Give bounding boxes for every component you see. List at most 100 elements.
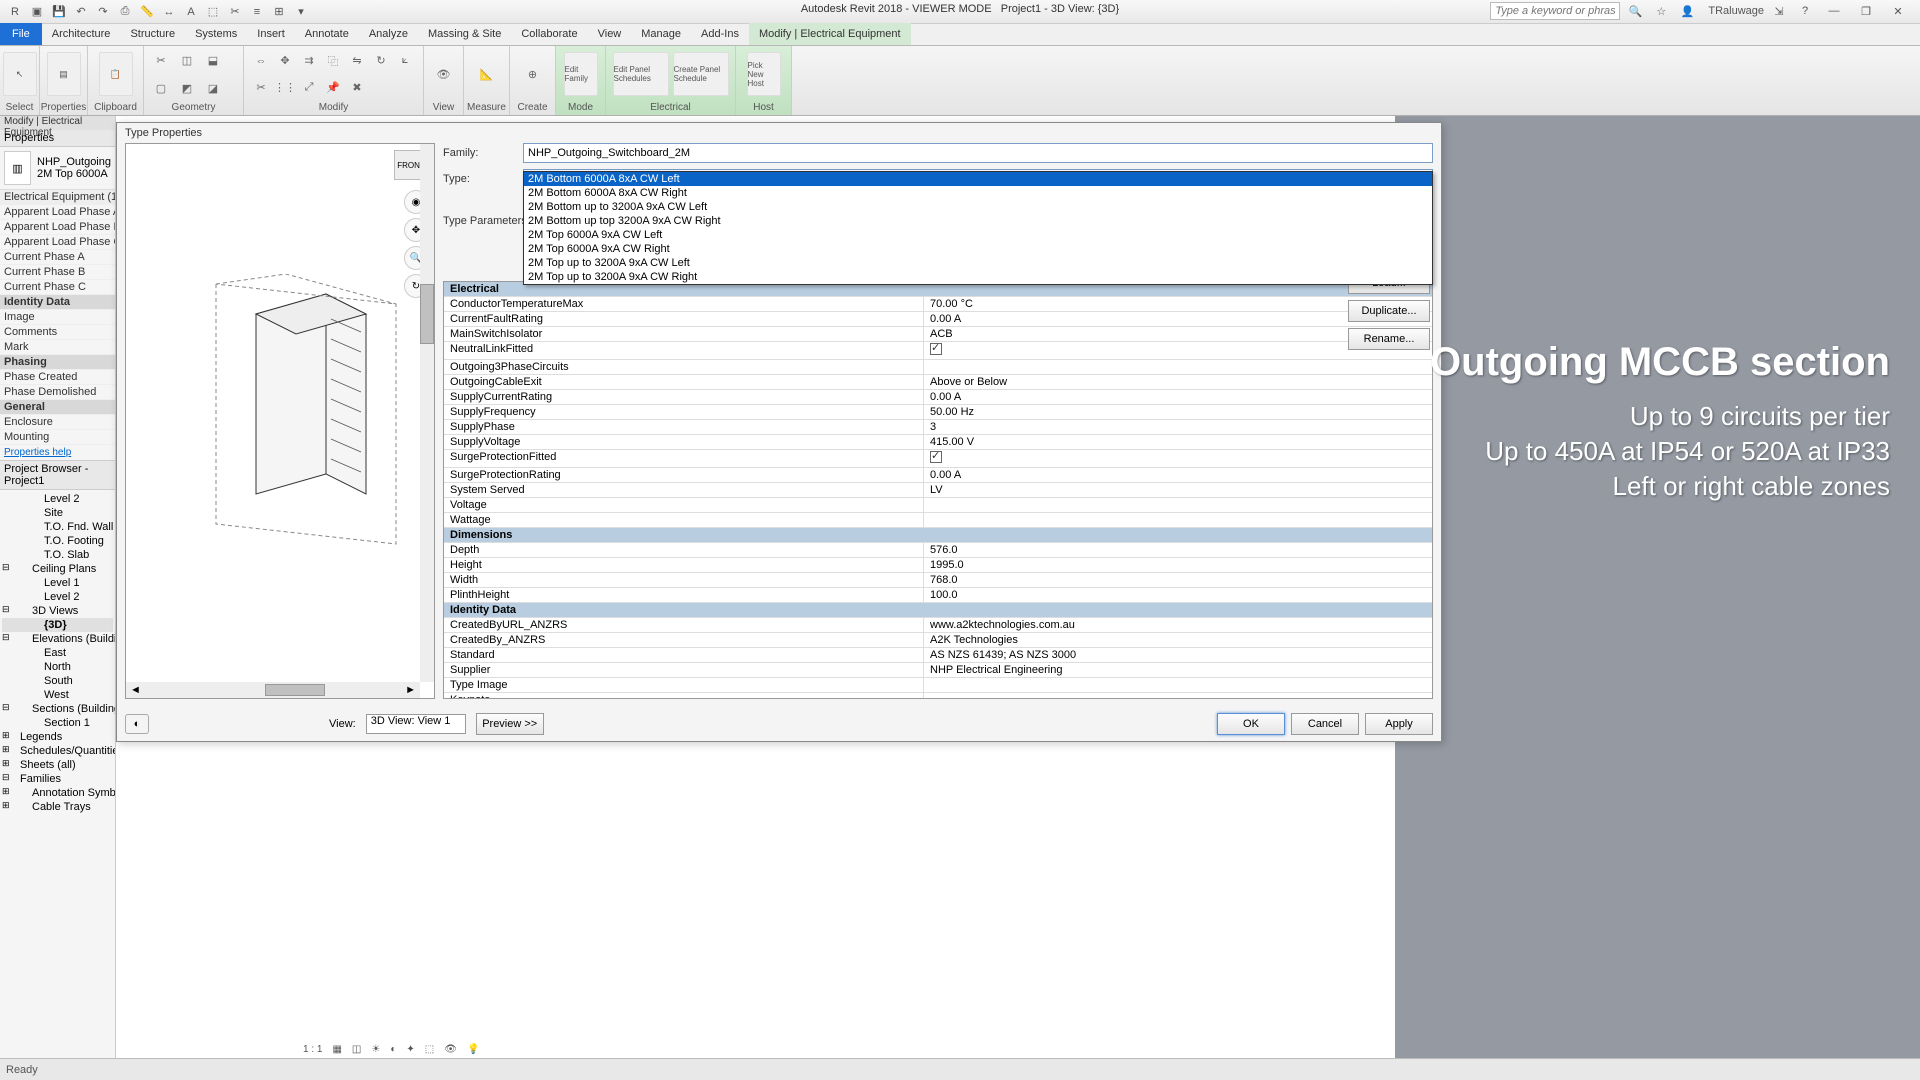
tab-systems[interactable]: Systems — [185, 23, 247, 45]
type-option[interactable]: 2M Top 6000A 9xA CW Right — [524, 242, 1432, 256]
edit-family-button[interactable]: Edit Family — [564, 52, 598, 96]
tree-item[interactable]: Legends — [2, 730, 113, 744]
tree-item[interactable]: Level 1 — [2, 576, 113, 590]
create-panel-schedule-button[interactable]: Create Panel Schedule — [673, 52, 729, 96]
param-row[interactable]: StandardAS NZS 61439; AS NZS 3000 — [444, 648, 1432, 663]
move-button[interactable]: ✥ — [274, 51, 296, 71]
close-button[interactable]: ✕ — [1884, 2, 1912, 20]
detail-level-icon[interactable]: ▦ — [329, 1044, 344, 1055]
offset-button[interactable]: ⇉ — [298, 51, 320, 71]
preview-toggle-icon[interactable]: ◐ — [125, 714, 149, 734]
param-row[interactable]: Width768.0 — [444, 573, 1432, 588]
mirror-button[interactable]: ⇋ — [346, 51, 368, 71]
tab-collaborate[interactable]: Collaborate — [511, 23, 587, 45]
properties-button[interactable]: ▤ — [47, 52, 81, 96]
sun-path-icon[interactable]: ☀ — [368, 1044, 383, 1055]
visual-style-icon[interactable]: ◫ — [349, 1044, 364, 1055]
search-input[interactable] — [1490, 2, 1620, 20]
prop-row[interactable]: Phase Created — [0, 370, 115, 385]
project-browser-tree[interactable]: Level 2SiteT.O. Fnd. WallT.O. FootingT.O… — [0, 490, 115, 816]
ok-button[interactable]: OK — [1217, 713, 1285, 735]
close-views-icon[interactable]: ⊞ — [270, 3, 288, 21]
tab-manage[interactable]: Manage — [631, 23, 691, 45]
duplicate-button[interactable]: Duplicate... — [1348, 300, 1430, 322]
copy-button[interactable]: ⿻ — [322, 51, 344, 71]
tree-item[interactable]: Elevations (Building — [2, 632, 113, 646]
type-option[interactable]: 2M Bottom up top 3200A 9xA CW Right — [524, 214, 1432, 228]
switch-win-icon[interactable]: ▾ — [292, 3, 310, 21]
search-icon[interactable]: 🔍 — [1626, 2, 1644, 20]
save-icon[interactable]: 💾 — [50, 3, 68, 21]
preview-canvas[interactable]: FRONT ◉ ✥ 🔍 ↻ — [126, 144, 434, 698]
tree-item[interactable]: Families — [2, 772, 113, 786]
scale-display[interactable]: 1 : 1 — [300, 1044, 325, 1055]
param-row[interactable]: SupplierNHP Electrical Engineering — [444, 663, 1432, 678]
prop-row[interactable]: Enclosure — [0, 415, 115, 430]
type-option[interactable]: 2M Top up to 3200A 9xA CW Right — [524, 270, 1432, 284]
comm-icon[interactable]: ☆ — [1652, 2, 1670, 20]
view3d-icon[interactable]: ⬚ — [204, 3, 222, 21]
tab-structure[interactable]: Structure — [120, 23, 185, 45]
type-selector[interactable]: ▥ NHP_Outgoing 2M Top 6000A — [0, 147, 115, 190]
param-row[interactable]: MainSwitchIsolatorACB — [444, 327, 1432, 342]
delete-button[interactable]: ✖ — [346, 78, 368, 98]
prop-row[interactable]: Current Phase A — [0, 250, 115, 265]
category-filter[interactable]: Electrical Equipment (1) — [0, 190, 115, 205]
tree-item[interactable]: Section 1 — [2, 716, 113, 730]
rotate-button[interactable]: ↻ — [370, 51, 392, 71]
tree-item[interactable]: Ceiling Plans — [2, 562, 113, 576]
open-icon[interactable]: ▣ — [28, 3, 46, 21]
preview-scrollbar-v[interactable] — [420, 144, 434, 682]
modify-tool-button[interactable]: ↖ — [3, 52, 37, 96]
text-icon[interactable]: A — [182, 3, 200, 21]
type-option[interactable]: 2M Bottom 6000A 8xA CW Left — [524, 172, 1432, 186]
dim-icon[interactable]: ↔ — [160, 3, 178, 21]
tree-item[interactable]: T.O. Footing — [2, 534, 113, 548]
type-option[interactable]: 2M Bottom up to 3200A 9xA CW Left — [524, 200, 1432, 214]
preview-button[interactable]: Preview >> — [476, 713, 544, 735]
tab-annotate[interactable]: Annotate — [295, 23, 359, 45]
reveal-hidden-icon[interactable]: 💡 — [464, 1044, 482, 1055]
tab-modify-context[interactable]: Modify | Electrical Equipment — [749, 23, 911, 45]
prop-row[interactable]: Apparent Load Phase A — [0, 205, 115, 220]
view-select[interactable]: 3D View: View 1 — [366, 714, 466, 734]
param-row[interactable]: SurgeProtectionRating0.00 A — [444, 468, 1432, 483]
prop-row[interactable]: Current Phase B — [0, 265, 115, 280]
measure-button[interactable]: 📐 — [476, 64, 498, 84]
tab-addins[interactable]: Add-Ins — [691, 23, 749, 45]
param-row[interactable]: PlinthHeight100.0 — [444, 588, 1432, 603]
preview-scrollbar-h[interactable]: ◄► — [126, 682, 420, 698]
tree-item[interactable]: West — [2, 688, 113, 702]
tab-analyze[interactable]: Analyze — [359, 23, 418, 45]
prop-row[interactable]: Apparent Load Phase B — [0, 220, 115, 235]
pick-new-host-button[interactable]: Pick New Host — [747, 52, 781, 96]
param-row[interactable]: Depth576.0 — [444, 543, 1432, 558]
param-row[interactable]: CreatedByURL_ANZRSwww.a2ktechnologies.co… — [444, 618, 1432, 633]
tree-item[interactable]: {3D} — [2, 618, 113, 632]
section-icon[interactable]: ✂ — [226, 3, 244, 21]
type-option[interactable]: 2M Top up to 3200A 9xA CW Left — [524, 256, 1432, 270]
tab-architecture[interactable]: Architecture — [42, 23, 121, 45]
param-row[interactable]: SupplyPhase3 — [444, 420, 1432, 435]
type-option[interactable]: 2M Top 6000A 9xA CW Left — [524, 228, 1432, 242]
thin-lines-icon[interactable]: ≡ — [248, 3, 266, 21]
tree-item[interactable]: T.O. Fnd. Wall — [2, 520, 113, 534]
tree-item[interactable]: Sections (Building Se — [2, 702, 113, 716]
measure-icon[interactable]: 📏 — [138, 3, 156, 21]
geom-c-button[interactable]: ◪ — [202, 78, 224, 98]
param-row[interactable]: SurgeProtectionFitted — [444, 450, 1432, 468]
prop-row[interactable]: Current Phase C — [0, 280, 115, 295]
apply-button[interactable]: Apply — [1365, 713, 1433, 735]
param-row[interactable]: SupplyVoltage415.00 V — [444, 435, 1432, 450]
tree-item[interactable]: T.O. Slab — [2, 548, 113, 562]
edit-panel-schedules-button[interactable]: Edit Panel Schedules — [613, 52, 669, 96]
trim-button[interactable]: ⟀ — [394, 51, 416, 71]
geom-b-button[interactable]: ◩ — [176, 78, 198, 98]
pin-button[interactable]: 📌 — [322, 78, 344, 98]
align-button[interactable]: ⇔ — [250, 51, 272, 71]
undo-icon[interactable]: ↶ — [72, 3, 90, 21]
prop-row[interactable]: Phase Demolished — [0, 385, 115, 400]
prop-row[interactable]: Mark — [0, 340, 115, 355]
crop-icon[interactable]: ⬚ — [422, 1044, 437, 1055]
paste-button[interactable]: 📋 — [99, 52, 133, 96]
